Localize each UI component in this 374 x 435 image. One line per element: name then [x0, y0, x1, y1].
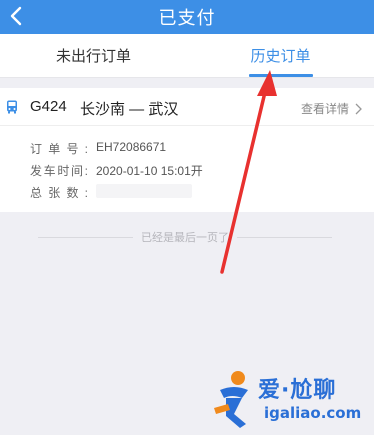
- order-number-row: 订单号: EH72086671: [30, 140, 166, 157]
- order-number-label: 订单号:: [30, 142, 88, 156]
- end-of-list-text: 已经是最后一页了: [141, 232, 229, 244]
- departure-time-value: 2020-01-10 15:01开: [96, 164, 203, 178]
- tab-label: 未出行订单: [55, 48, 131, 65]
- back-button[interactable]: [6, 4, 26, 28]
- chevron-left-icon: [10, 6, 22, 26]
- train-number: G424: [30, 98, 67, 115]
- order-number-value: EH72086671: [96, 140, 167, 154]
- watermark-brand: 爱·尬聊: [258, 378, 337, 403]
- watermark-logo: 爱·尬聊 igaliao.com: [212, 368, 372, 432]
- tab-label: 历史订单: [250, 48, 311, 65]
- watermark-url: igaliao.com: [264, 404, 362, 422]
- divider-line: [237, 236, 332, 238]
- app-screen: 已支付 未出行订单 历史订单 G424 长沙南 — 武汉 查看详情 订单号: E…: [0, 0, 374, 435]
- view-details-link[interactable]: 查看详情: [301, 100, 362, 117]
- order-tabs: 未出行订单 历史订单: [0, 34, 374, 78]
- order-card-header[interactable]: G424 长沙南 — 武汉 查看详情: [0, 88, 374, 126]
- tab-upcoming-orders[interactable]: 未出行订单: [0, 34, 187, 77]
- ticket-count-label: 总张数:: [30, 186, 88, 200]
- order-card: G424 长沙南 — 武汉 查看详情 订单号: EH72086671 发车时间:…: [0, 88, 374, 212]
- top-bar: 已支付: [0, 0, 374, 34]
- chevron-right-icon: [355, 103, 362, 114]
- active-tab-indicator: [248, 74, 313, 77]
- ticket-count-row: 总张数:: [30, 184, 192, 201]
- bus-icon: [7, 100, 17, 114]
- view-details-label: 查看详情: [300, 102, 349, 116]
- departure-time-label: 发车时间:: [30, 164, 88, 178]
- route-text: 长沙南 — 武汉: [80, 101, 179, 118]
- end-of-list-divider: 已经是最后一页了: [38, 230, 332, 244]
- runner-logo-icon: [214, 371, 248, 428]
- page-title: 已支付: [158, 8, 216, 28]
- tab-history-orders[interactable]: 历史订单: [187, 34, 374, 77]
- departure-time-row: 发车时间: 2020-01-10 15:01开: [30, 162, 203, 179]
- divider-line: [38, 236, 133, 238]
- ticket-count-value-redacted: [96, 184, 192, 198]
